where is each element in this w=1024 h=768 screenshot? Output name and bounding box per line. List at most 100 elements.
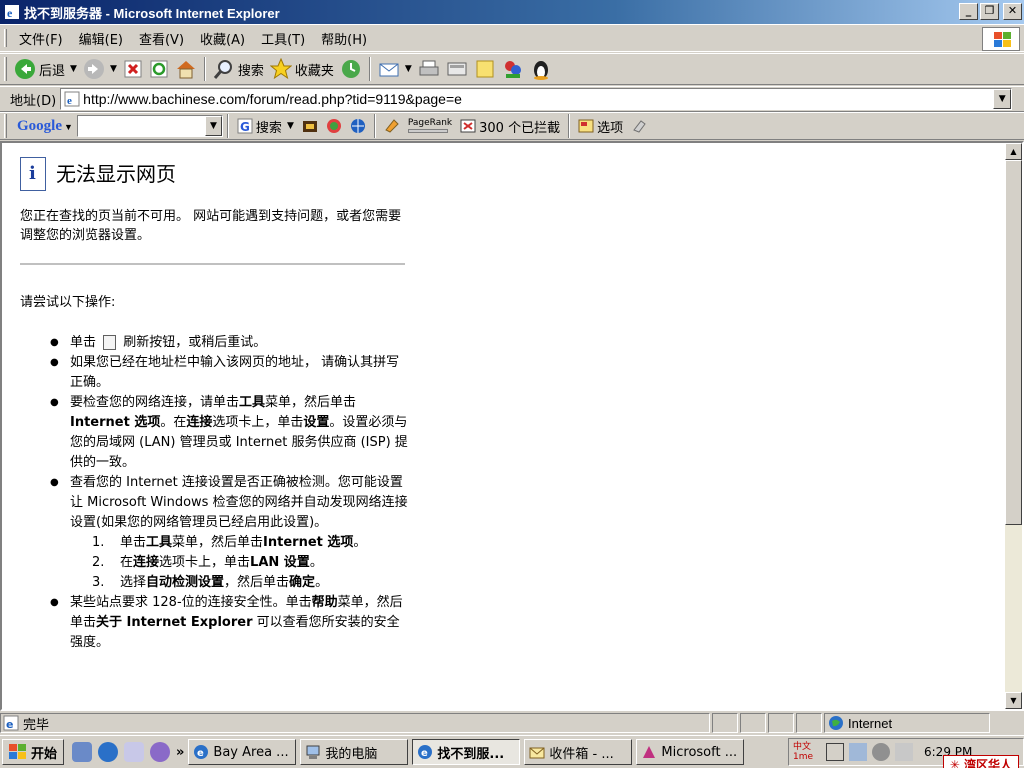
close-button[interactable]: ✕: [1003, 3, 1022, 20]
toolbar-separator: [226, 114, 229, 138]
start-button[interactable]: 开始: [2, 739, 65, 765]
svg-text:G: G: [240, 120, 250, 134]
show-desktop-icon[interactable]: [72, 742, 93, 762]
try-heading: 请尝试以下操作:: [20, 295, 116, 310]
task-bay-area[interactable]: e Bay Area ...: [188, 739, 297, 765]
toolbar-grip[interactable]: [4, 114, 7, 138]
task-server-not-found[interactable]: e 找不到服...: [412, 739, 521, 765]
mail-button[interactable]: ▼: [375, 56, 415, 82]
scroll-up-icon[interactable]: ▲: [1005, 143, 1022, 160]
network-icon[interactable]: [849, 743, 867, 761]
scroll-thumb[interactable]: [1005, 160, 1022, 525]
menu-view[interactable]: 查看(V): [131, 27, 192, 50]
security-zone[interactable]: Internet: [824, 713, 990, 733]
back-dropdown-icon[interactable]: ▼: [70, 64, 77, 74]
highlight-button[interactable]: [380, 118, 404, 134]
home-button[interactable]: [172, 56, 200, 82]
explorer-launch-icon[interactable]: [124, 742, 145, 762]
volume-icon[interactable]: [872, 743, 890, 761]
google-search-button[interactable]: G 搜索 ▼: [233, 117, 298, 136]
toolbar-separator: [568, 114, 571, 138]
task-microsoft[interactable]: Microsoft ...: [636, 739, 745, 765]
messenger-button[interactable]: [499, 56, 527, 82]
svg-text:e: e: [67, 95, 72, 107]
search-label: 搜索: [237, 63, 264, 79]
page-info-button[interactable]: [322, 118, 346, 134]
print-button[interactable]: [415, 56, 443, 82]
b3-d: 选项卡上，单击: [212, 415, 304, 430]
battery-icon[interactable]: [895, 743, 913, 761]
b5-help: 帮助: [311, 595, 338, 610]
forward-dropdown-icon[interactable]: ▼: [110, 64, 117, 74]
task-label: 找不到服...: [437, 746, 505, 762]
address-url: http://www.bachinese.com/forum/read.php?…: [83, 91, 462, 107]
restore-button[interactable]: ❐: [980, 3, 999, 20]
pagerank-indicator[interactable]: PageRank: [404, 119, 456, 133]
toolbar-grip[interactable]: [4, 57, 7, 81]
mail-dropdown-icon[interactable]: ▼: [405, 64, 412, 74]
menu-edit[interactable]: 编辑(E): [71, 27, 131, 50]
b5-a: 某些站点要求 128-位的连接安全性。单击: [70, 595, 312, 610]
forward-arrow-icon: [83, 59, 104, 79]
google-search-input[interactable]: ▼: [76, 115, 223, 137]
step-number: 2.: [92, 555, 105, 570]
address-dropdown-icon[interactable]: ▼: [993, 89, 1012, 109]
address-field[interactable]: e http://www.bachinese.com/forum/read.ph…: [60, 88, 1013, 110]
help-icon[interactable]: [826, 743, 844, 761]
toolbar-separator: [368, 57, 371, 81]
minimize-button[interactable]: _: [959, 3, 978, 20]
b3-c: 。在: [160, 415, 187, 430]
list-item: 查看您的 Internet 连接设置是否正确被检测。您可能设置让 Microso…: [20, 473, 410, 593]
windows-logo-icon: [982, 27, 1020, 51]
menu-file[interactable]: 文件(F): [11, 27, 71, 50]
page-description: 您正在查找的页当前不可用。 网站可能遇到支持问题，或者您需要 调整您的浏览器设置…: [20, 209, 402, 243]
discuss-icon: [476, 60, 494, 78]
quick-launch-chevron[interactable]: »: [176, 745, 184, 760]
up-button[interactable]: [346, 118, 370, 134]
ie-icon: e: [5, 5, 19, 20]
task-inbox[interactable]: 收件箱 - ...: [524, 739, 633, 765]
scroll-down-icon[interactable]: ▼: [1005, 692, 1022, 709]
menu-grip[interactable]: [4, 29, 7, 47]
google-g-icon: G: [237, 118, 253, 134]
google-logo[interactable]: Google ▼: [13, 118, 77, 135]
google-search-dropdown-icon[interactable]: ▼: [204, 116, 222, 136]
ie-launch-icon[interactable]: [98, 742, 119, 762]
s3-a: 选择: [120, 575, 147, 590]
ie-icon: e: [194, 745, 209, 759]
stop-button[interactable]: [120, 56, 146, 82]
discuss-button[interactable]: [471, 56, 499, 82]
google-toolbar: Google ▼ ▼ G 搜索 ▼ PageRank 300 个已拦截 选项: [0, 112, 1024, 140]
favorites-button[interactable]: 收藏夹: [267, 56, 337, 82]
status-cell: [768, 713, 794, 733]
ie-icon: e: [418, 745, 433, 759]
forward-button[interactable]: ▼: [80, 56, 120, 82]
browser-content: 无法显示网页 您正在查找的页当前不可用。 网站可能遇到支持问题，或者您需要 调整…: [0, 141, 1024, 711]
title-bar[interactable]: e 找不到服务器 - Microsoft Internet Explorer _…: [0, 0, 1024, 24]
popup-blocker-button[interactable]: 300 个已拦截: [456, 117, 564, 136]
b4-text: 查看您的 Internet 连接设置是否正确被检测。您可能设置让 Microso…: [70, 475, 408, 530]
menu-favorites[interactable]: 收藏(A): [192, 27, 253, 50]
media-launch-icon[interactable]: [150, 742, 171, 762]
edit-button[interactable]: [443, 56, 471, 82]
back-button[interactable]: 后退 ▼: [11, 56, 80, 82]
site-search-button[interactable]: [298, 118, 322, 134]
qq-button[interactable]: [527, 56, 555, 82]
step-number: 3.: [92, 575, 105, 590]
task-my-computer[interactable]: 我的电脑: [300, 739, 409, 765]
search-button[interactable]: 搜索: [210, 56, 267, 82]
b3-settings: 设置: [303, 415, 330, 430]
address-bar: 地址(D) e http://www.bachinese.com/forum/r…: [0, 86, 1024, 112]
ime-indicator[interactable]: 中文1me: [793, 742, 821, 762]
task-label: Bay Area ...: [213, 744, 289, 760]
refresh-button[interactable]: [146, 56, 172, 82]
google-search-menu-icon[interactable]: ▼: [287, 121, 294, 131]
menu-help[interactable]: 帮助(H): [313, 27, 375, 50]
clear-button[interactable]: [627, 118, 651, 134]
b3-tools: 工具: [239, 395, 266, 410]
step-item: 1. 单击工具菜单，然后单击Internet 选项。: [70, 533, 410, 553]
history-button[interactable]: [337, 56, 365, 82]
vertical-scrollbar[interactable]: ▲ ▼: [1005, 143, 1022, 709]
google-options-button[interactable]: 选项: [574, 117, 627, 136]
menu-tools[interactable]: 工具(T): [253, 27, 313, 50]
